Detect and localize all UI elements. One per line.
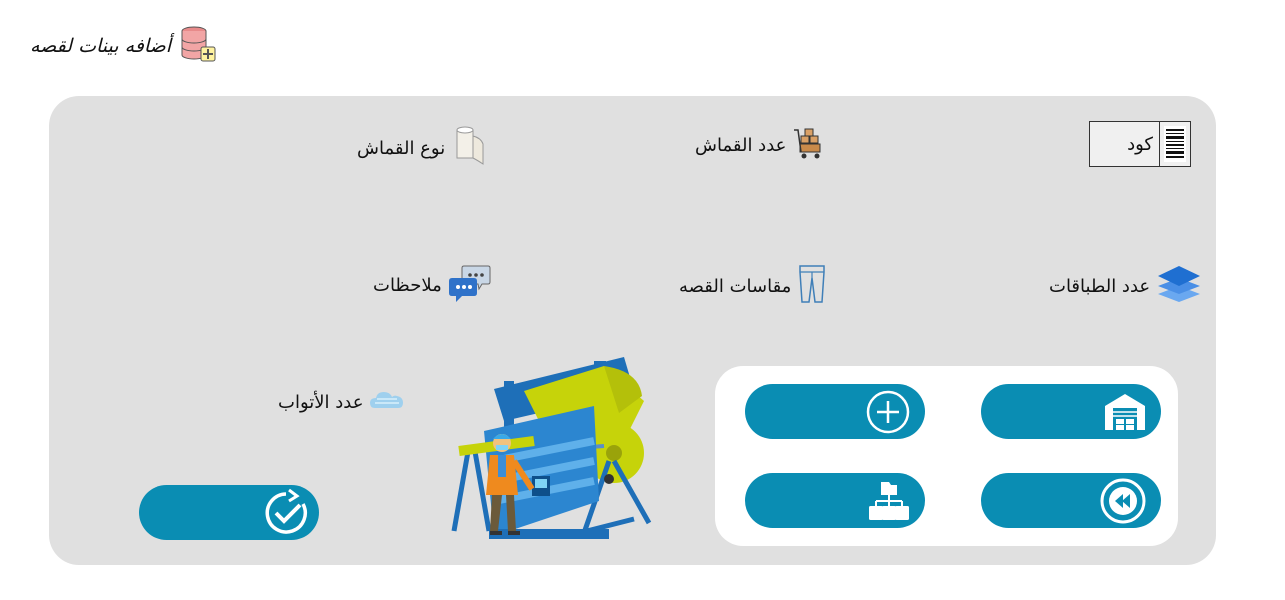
notes-field[interactable]: ملاحظات [373,262,492,309]
warehouse-button[interactable] [981,384,1161,439]
code-label: كود [1127,133,1153,155]
fabric-count-label: عدد القماش [695,135,787,156]
cart-boxes-icon [792,126,826,165]
warehouse-icon [1103,392,1147,432]
trousers-icon [797,264,827,309]
actions-panel [715,366,1178,546]
cut-sizes-label: مقاسات القصه [679,276,792,297]
cut-sizes-field[interactable]: مقاسات القصه [679,264,827,309]
database-add-icon [179,25,217,67]
form-panel: كود عدد القماش نوع القماش عدد الطباقات م… [49,96,1216,565]
barcode-icon [1159,122,1190,166]
layers-icon [1156,264,1202,309]
check-refresh-icon [261,488,311,538]
notes-label: ملاحظات [373,275,442,296]
fabric-count-field[interactable]: عدد القماش [695,126,826,165]
layers-count-label: عدد الطباقات [1049,276,1151,297]
cloud-fabric-icon [369,388,405,417]
page-header: أضافه بينات لقصه [30,26,217,66]
fabric-roll-icon [451,126,487,171]
confirm-button[interactable] [139,485,319,540]
code-field[interactable]: كود [1089,121,1191,167]
rewind-icon [1099,477,1147,525]
fabric-machine-illustration [414,351,654,555]
hierarchy-icon [867,480,911,522]
back-button[interactable] [981,473,1161,528]
page-title: أضافه بينات لقصه [30,35,172,57]
pieces-count-field[interactable]: عدد الأتواب [278,388,405,417]
hierarchy-button[interactable] [745,473,925,528]
add-button[interactable] [745,384,925,439]
layers-count-field[interactable]: عدد الطباقات [1049,264,1202,309]
chat-bubbles-icon [448,262,492,309]
plus-circle-icon [865,389,911,435]
fabric-type-field[interactable]: نوع القماش [357,126,487,171]
fabric-type-label: نوع القماش [357,138,446,159]
pieces-count-label: عدد الأتواب [278,392,364,413]
